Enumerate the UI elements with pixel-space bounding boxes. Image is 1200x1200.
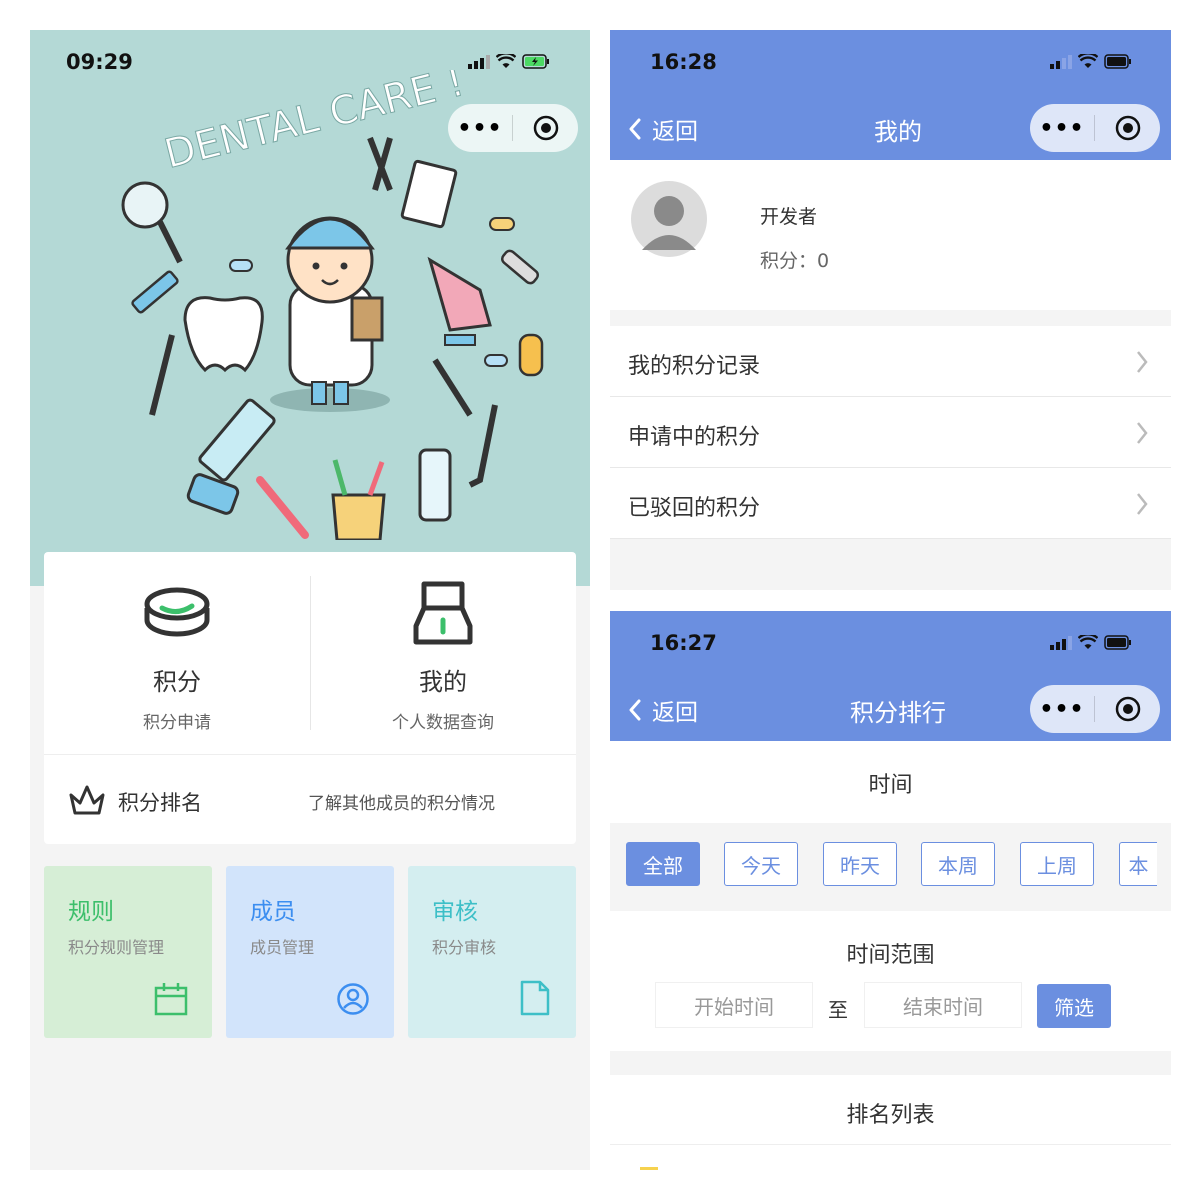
home-screen: 09:29 ••• DENTAL CARE ! 积分 积分申请 我的 个人数据查… <box>30 30 590 1170</box>
signal-icon <box>468 54 490 69</box>
rules-title: 规则 <box>68 899 114 925</box>
to-label: 至 <box>828 998 848 1022</box>
filter-today-button[interactable]: 今天 <box>724 842 798 886</box>
battery-charging-icon <box>522 54 549 69</box>
status-icons <box>468 54 550 69</box>
range-label: 时间范围 <box>846 943 935 968</box>
mine-screen: 16:28 返回 我的 ••• 开发者 积分：0 我的积分记录 申请中的积分 已… <box>610 30 1171 590</box>
status-time: 16:27 <box>650 631 717 655</box>
filter-all-button[interactable]: 全部 <box>626 842 700 886</box>
range-panel <box>610 911 1171 1051</box>
signal-icon <box>1050 635 1072 650</box>
dental-care-illustration: DENTAL CARE ! <box>121 70 544 540</box>
mine-button[interactable]: 我的 个人数据查询 <box>310 552 576 752</box>
more-icon[interactable]: ••• <box>1030 697 1094 722</box>
status-icons <box>1050 54 1132 69</box>
more-icon[interactable]: ••• <box>1030 116 1094 141</box>
points-apply-button[interactable]: 积分 积分申请 <box>44 552 310 752</box>
mini-program-capsule[interactable]: ••• <box>1030 685 1160 733</box>
review-title: 审核 <box>432 899 478 925</box>
filter-submit-button[interactable]: 筛选 <box>1037 984 1111 1028</box>
members-subtitle: 成员管理 <box>250 938 315 957</box>
filter-yesterday-button[interactable]: 昨天 <box>823 842 897 886</box>
mine-title: 我的 <box>419 668 467 696</box>
avatar <box>631 181 707 257</box>
status-time: 16:28 <box>650 50 717 74</box>
user-name: 开发者 <box>760 206 818 228</box>
menu-item-points-record[interactable]: 我的积分记录 <box>610 326 1171 397</box>
time-label: 时间 <box>868 773 913 798</box>
user-points: 积分：0 <box>760 250 830 272</box>
rules-subtitle: 积分规则管理 <box>68 938 165 957</box>
mini-program-capsule[interactable]: ••• <box>1030 104 1160 152</box>
end-date-input[interactable]: 结束时间 <box>864 982 1022 1028</box>
wifi-icon <box>1078 635 1098 649</box>
menu-item-rejected-points[interactable]: 已驳回的积分 <box>610 468 1171 539</box>
calendar-icon <box>154 983 188 1016</box>
chevron-right-icon <box>1137 422 1148 444</box>
filter-this-week-button[interactable]: 本周 <box>921 842 995 886</box>
review-tile[interactable]: 审核 积分审核 <box>408 866 576 1038</box>
ranking-header: 16:27 返回 积分排行 ••• <box>610 611 1171 741</box>
rules-tile[interactable]: 规则 积分规则管理 <box>44 866 212 1038</box>
points-subtitle: 积分申请 <box>143 713 211 733</box>
feature-card: 积分 积分申请 我的 个人数据查询 积分排名 了解其他成员的积分情况 <box>44 552 576 844</box>
start-date-input[interactable]: 开始时间 <box>655 982 813 1028</box>
menu-item-label: 已驳回的积分 <box>628 496 761 521</box>
divider <box>610 1144 1171 1145</box>
section-gap <box>610 1051 1171 1075</box>
ranking-row[interactable]: 积分排名 了解其他成员的积分情况 <box>44 755 576 844</box>
hero-banner: 09:29 ••• DENTAL CARE ! <box>30 30 590 586</box>
points-title: 积分 <box>153 668 201 696</box>
menu-item-label: 申请中的积分 <box>628 425 761 450</box>
crown-icon <box>69 785 105 815</box>
list-title: 排名列表 <box>846 1103 935 1128</box>
filter-last-week-button[interactable]: 上周 <box>1020 842 1094 886</box>
close-target-icon[interactable] <box>1095 115 1160 141</box>
profile-panel: 开发者 积分：0 <box>610 160 1171 310</box>
ranking-body: 时间 时间范围 排名列表 <box>610 741 1171 1170</box>
mine-subtitle: 个人数据查询 <box>392 713 494 733</box>
document-icon <box>520 980 550 1016</box>
menu-item-label: 我的积分记录 <box>628 354 761 379</box>
ranking-title: 积分排名 <box>118 791 202 815</box>
user-circle-icon <box>337 983 369 1015</box>
members-title: 成员 <box>250 899 296 925</box>
filter-this-month-button[interactable]: 本 <box>1119 842 1157 886</box>
status-icons <box>1050 635 1132 650</box>
chevron-right-icon <box>1137 493 1148 515</box>
wifi-icon <box>1078 54 1098 68</box>
coin-stack-icon <box>144 587 210 637</box>
menu-item-pending-points[interactable]: 申请中的积分 <box>610 397 1171 468</box>
battery-icon <box>1104 54 1131 69</box>
ranking-desc: 了解其他成员的积分情况 <box>308 794 495 814</box>
close-target-icon[interactable] <box>1095 696 1160 722</box>
review-subtitle: 积分审核 <box>432 938 497 957</box>
wifi-icon <box>496 54 516 68</box>
rank-marker <box>640 1167 658 1170</box>
signal-icon <box>1050 54 1072 69</box>
battery-icon <box>1104 635 1131 650</box>
user-profile-icon <box>413 581 473 645</box>
mine-header: 16:28 返回 我的 ••• <box>610 30 1171 160</box>
members-tile[interactable]: 成员 成员管理 <box>226 866 394 1038</box>
chevron-right-icon <box>1137 351 1148 373</box>
